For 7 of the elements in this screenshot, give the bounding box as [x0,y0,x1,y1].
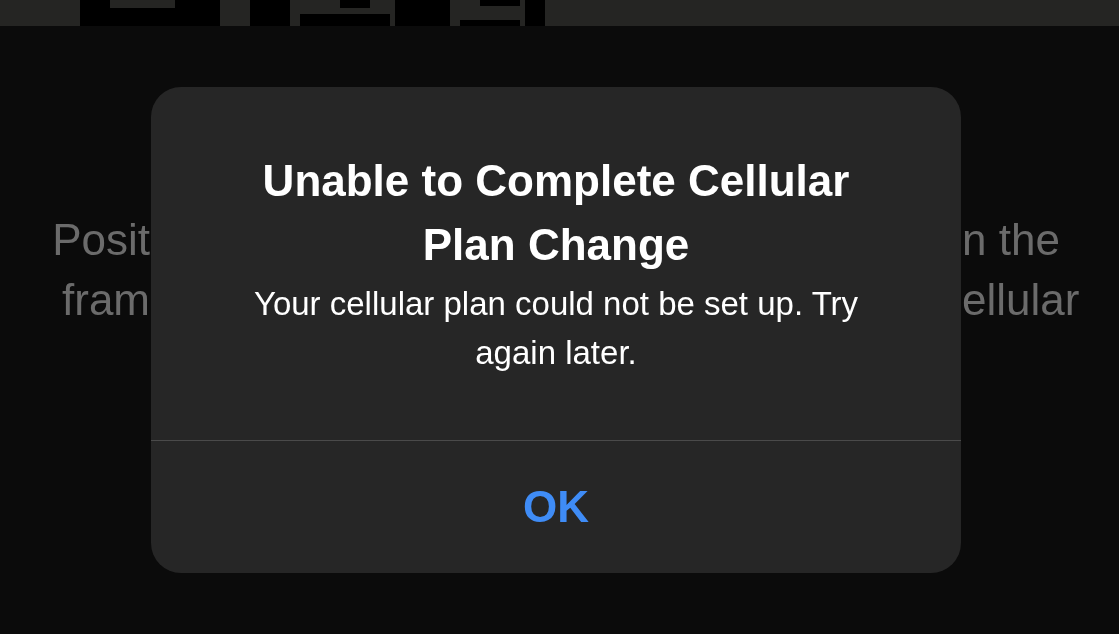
ok-button[interactable]: OK [151,441,961,573]
alert-message: Your cellular plan could not be set up. Try again later. [252,284,860,373]
background-text: Posit [52,214,150,266]
background-text: n the [962,214,1060,266]
background-text: fram [62,274,150,326]
background-text: ellular [962,274,1080,326]
alert-title: Unable to Complete Cellular Plan Change [261,155,851,271]
